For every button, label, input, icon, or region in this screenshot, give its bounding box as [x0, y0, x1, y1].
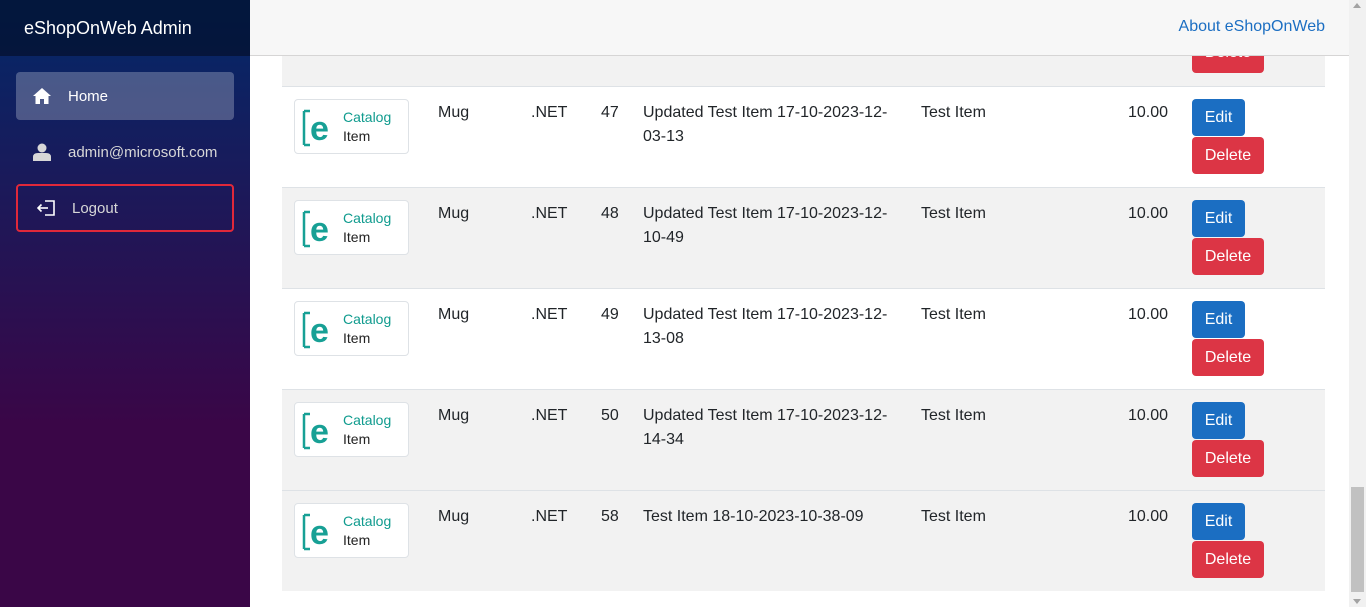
catalog-table: e Catalog Item Mug .NET 47 Updated Test …: [282, 0, 1325, 607]
brand-bar: eShopOnWeb Admin: [0, 0, 250, 56]
logout-icon: [36, 198, 56, 218]
svg-text:e: e: [310, 514, 329, 551]
cell-id: 58: [601, 508, 619, 525]
cell-name: Test Item 18-10-2023-10-38-09: [643, 508, 864, 525]
image-text-item: Item: [343, 330, 371, 346]
brand-title[interactable]: eShopOnWeb Admin: [24, 18, 192, 39]
delete-button[interactable]: Delete: [1192, 339, 1264, 376]
scrollbar-thumb[interactable]: [1351, 487, 1364, 592]
image-text-catalog: Catalog: [343, 210, 392, 226]
edit-button[interactable]: Edit: [1192, 99, 1245, 136]
svg-text:e: e: [310, 413, 329, 450]
cell-name: Updated Test Item 17-10-2023-12-10-49: [643, 205, 888, 246]
catalog-item-image: e Catalog Item: [294, 200, 409, 255]
image-text-catalog: Catalog: [343, 109, 392, 125]
cell-brand: .NET: [531, 306, 568, 323]
image-text-item: Item: [343, 229, 371, 245]
table-row: e Catalog Item Mug .NET 49 Updated Test …: [282, 288, 1325, 389]
cell-price: 10.00: [1128, 306, 1169, 323]
cell-brand: .NET: [531, 104, 568, 121]
eshop-logo-icon: e: [302, 513, 329, 551]
cell-id: 47: [601, 104, 619, 121]
edit-button[interactable]: Edit: [1192, 200, 1245, 237]
delete-button[interactable]: Delete: [1192, 238, 1264, 275]
cell-description: Test Item: [921, 205, 986, 222]
cell-brand: .NET: [531, 407, 568, 424]
delete-button[interactable]: Delete: [1192, 541, 1264, 578]
cell-description: Test Item: [921, 407, 986, 424]
image-text-item: Item: [343, 128, 371, 144]
sidebar-item-label: Logout: [72, 199, 118, 217]
cell-type: Mug: [438, 407, 470, 424]
cell-name: Updated Test Item 17-10-2023-12-03-13: [643, 104, 888, 145]
cell-price: 10.00: [1128, 407, 1169, 424]
sidebar-item-label: admin@microsoft.com: [68, 143, 218, 161]
sidebar-item-account[interactable]: admin@microsoft.com: [16, 128, 234, 176]
eshop-logo-icon: e: [302, 210, 329, 248]
sidebar-item-label: Home: [68, 87, 109, 105]
cell-id: 48: [601, 205, 619, 222]
cell-type: Mug: [438, 306, 470, 323]
cell-price: 10.00: [1128, 508, 1169, 525]
cell-brand: .NET: [531, 508, 568, 525]
eshop-logo-icon: e: [302, 311, 329, 349]
top-bar: About eShopOnWeb: [250, 0, 1349, 56]
table-row: e Catalog Item Mug .NET 50 Updated Test …: [282, 389, 1325, 490]
image-text-catalog: Catalog: [343, 412, 392, 428]
table-row: e Catalog Item Mug .NET 47 Updated Test …: [282, 86, 1325, 187]
cell-description: Test Item: [921, 104, 986, 121]
cell-id: 49: [601, 306, 619, 323]
edit-button[interactable]: Edit: [1192, 402, 1245, 439]
eshop-logo-icon: e: [302, 412, 329, 450]
cell-name: Updated Test Item 17-10-2023-12-13-08: [643, 306, 888, 347]
edit-button[interactable]: Edit: [1192, 301, 1245, 338]
user-icon: [32, 142, 52, 162]
cell-name: Updated Test Item 17-10-2023-12-14-34: [643, 407, 888, 448]
scroll-up-arrow-icon[interactable]: [1353, 3, 1361, 8]
cell-type: Mug: [438, 104, 470, 121]
table-row: e Catalog Item Mug .NET 48 Updated Test …: [282, 187, 1325, 288]
home-icon: [32, 86, 52, 106]
svg-text:e: e: [310, 312, 329, 349]
cell-type: Mug: [438, 508, 470, 525]
catalog-item-image: e Catalog Item: [294, 99, 409, 154]
cell-brand: .NET: [531, 205, 568, 222]
image-text-item: Item: [343, 431, 371, 447]
eshop-logo-icon: e: [302, 109, 329, 147]
cell-description: Test Item: [921, 306, 986, 323]
cell-description: Test Item: [921, 508, 986, 525]
cell-price: 10.00: [1128, 205, 1169, 222]
cell-id: 50: [601, 407, 619, 424]
sidebar-nav: Home admin@microsoft.com Logout: [0, 56, 250, 232]
cell-price: 10.00: [1128, 104, 1169, 121]
cell-type: Mug: [438, 205, 470, 222]
edit-button[interactable]: Edit: [1192, 503, 1245, 540]
catalog-item-image: e Catalog Item: [294, 301, 409, 356]
svg-text:e: e: [310, 211, 329, 248]
sidebar: eShopOnWeb Admin Home admin@microsoft.co…: [0, 0, 250, 607]
scroll-down-arrow-icon[interactable]: [1353, 599, 1361, 604]
delete-button[interactable]: Delete: [1192, 440, 1264, 477]
table-row: e Catalog Item Mug .NET 58 Test Item 18-…: [282, 490, 1325, 591]
image-text-item: Item: [343, 532, 371, 548]
page-scrollbar[interactable]: [1349, 0, 1366, 607]
sidebar-item-home[interactable]: Home: [16, 72, 234, 120]
sidebar-item-logout[interactable]: Logout: [16, 184, 234, 232]
svg-text:e: e: [310, 110, 329, 147]
image-text-catalog: Catalog: [343, 513, 392, 529]
catalog-item-image: e Catalog Item: [294, 503, 409, 558]
delete-button[interactable]: Delete: [1192, 137, 1264, 174]
about-link[interactable]: About eShopOnWeb: [1179, 18, 1325, 36]
catalog-item-image: e Catalog Item: [294, 402, 409, 457]
image-text-catalog: Catalog: [343, 311, 392, 327]
